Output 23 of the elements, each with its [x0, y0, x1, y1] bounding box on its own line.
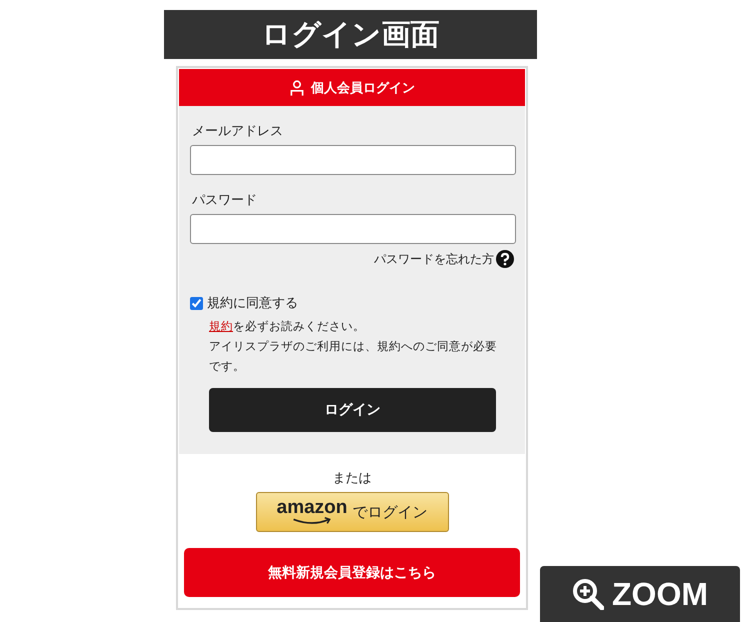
zoom-label: ZOOM — [612, 576, 708, 612]
terms-detail: アイリスプラザのご利用には、規約へのご同意が必要です。 — [209, 338, 498, 375]
login-button[interactable]: ログイン — [209, 388, 496, 432]
page-title: ログイン画面 — [262, 16, 440, 52]
or-text: または — [332, 470, 372, 487]
amazon-button-text: でログイン — [352, 502, 428, 522]
input-field[interactable] — [190, 214, 516, 244]
terms-note: 規約を必ずお読みください。 — [209, 318, 366, 335]
forgot-password-link[interactable]: パスワードを忘れた方 — [374, 250, 494, 268]
input-field[interactable] — [190, 145, 516, 175]
header-title: 個人会員ログイン — [311, 80, 415, 96]
register-button[interactable]: 無料新規会員登録はこちら — [184, 548, 520, 597]
user-icon — [289, 78, 305, 96]
zoom-button[interactable]: ZOOM — [540, 566, 740, 622]
field-label: パスワード — [192, 192, 258, 209]
amazon-login-button[interactable]: amazon でログイン — [256, 492, 448, 532]
amazon-logo-text: amazon — [276, 499, 348, 517]
agree-checkbox[interactable] — [190, 296, 203, 310]
terms-link[interactable]: 規約 — [209, 319, 233, 333]
field-label: メールアドレス — [192, 123, 284, 140]
help-icon — [496, 250, 514, 268]
zoom-in-icon — [572, 578, 604, 610]
agree-label: 規約に同意する — [207, 295, 298, 312]
